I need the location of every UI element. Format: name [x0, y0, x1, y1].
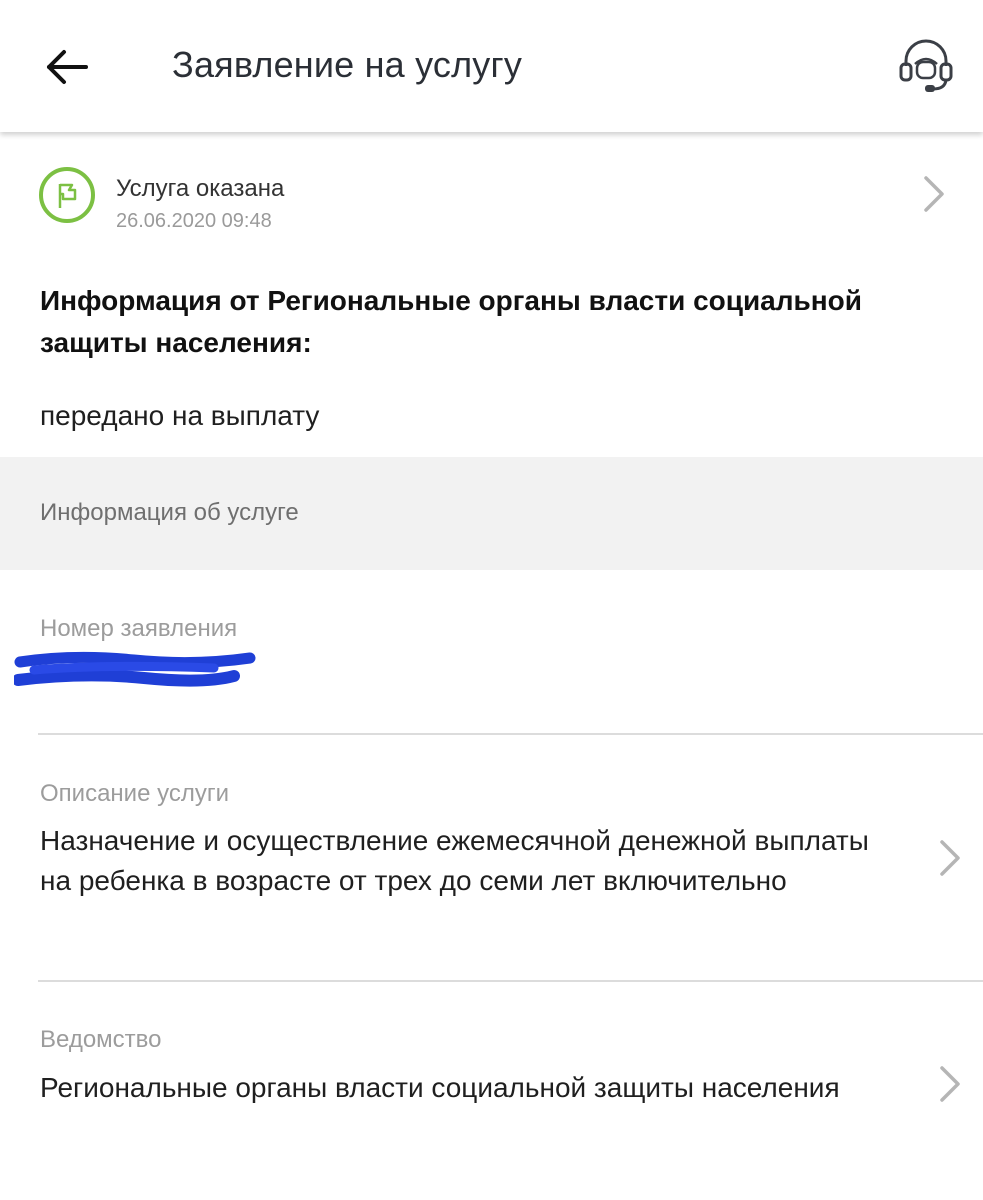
divider — [38, 733, 983, 735]
app-screen: Заявление на услугу Услуга оказана 26.06… — [0, 0, 983, 1200]
status-date: 26.06.2020 09:48 — [116, 210, 272, 232]
service-description-label: Описание услуги — [40, 780, 229, 807]
status-title: Услуга оказана — [116, 175, 285, 202]
status-badge — [38, 166, 96, 224]
arrow-left-icon — [47, 50, 88, 84]
service-description-value: Назначение и осуществление ежемесячной д… — [40, 825, 869, 896]
redacted-application-number — [14, 651, 256, 687]
chevron-right-icon — [940, 1066, 960, 1102]
divider — [38, 980, 983, 982]
headset-icon — [899, 39, 953, 92]
info-text: передано на выплату — [40, 400, 320, 431]
back-button[interactable] — [40, 40, 94, 94]
support-button[interactable] — [895, 34, 957, 96]
page-title: Заявление на услугу — [172, 44, 523, 85]
top-app-bar: Заявление на услугу — [0, 0, 983, 132]
chevron-right-icon — [924, 176, 944, 212]
department-label: Ведомство — [40, 1026, 162, 1053]
section-title: Информация об услуге — [40, 499, 299, 526]
department-value: Региональные органы власти социальной за… — [40, 1072, 840, 1103]
chevron-right-icon — [940, 840, 960, 876]
info-heading: Информация от Региональные органы власти… — [40, 285, 862, 358]
flag-icon — [39, 167, 95, 223]
status-row[interactable]: Услуга оказана 26.06.2020 09:48 — [0, 160, 983, 240]
application-number-label: Номер заявления — [40, 615, 238, 642]
section-header: Информация об услуге — [0, 457, 983, 570]
